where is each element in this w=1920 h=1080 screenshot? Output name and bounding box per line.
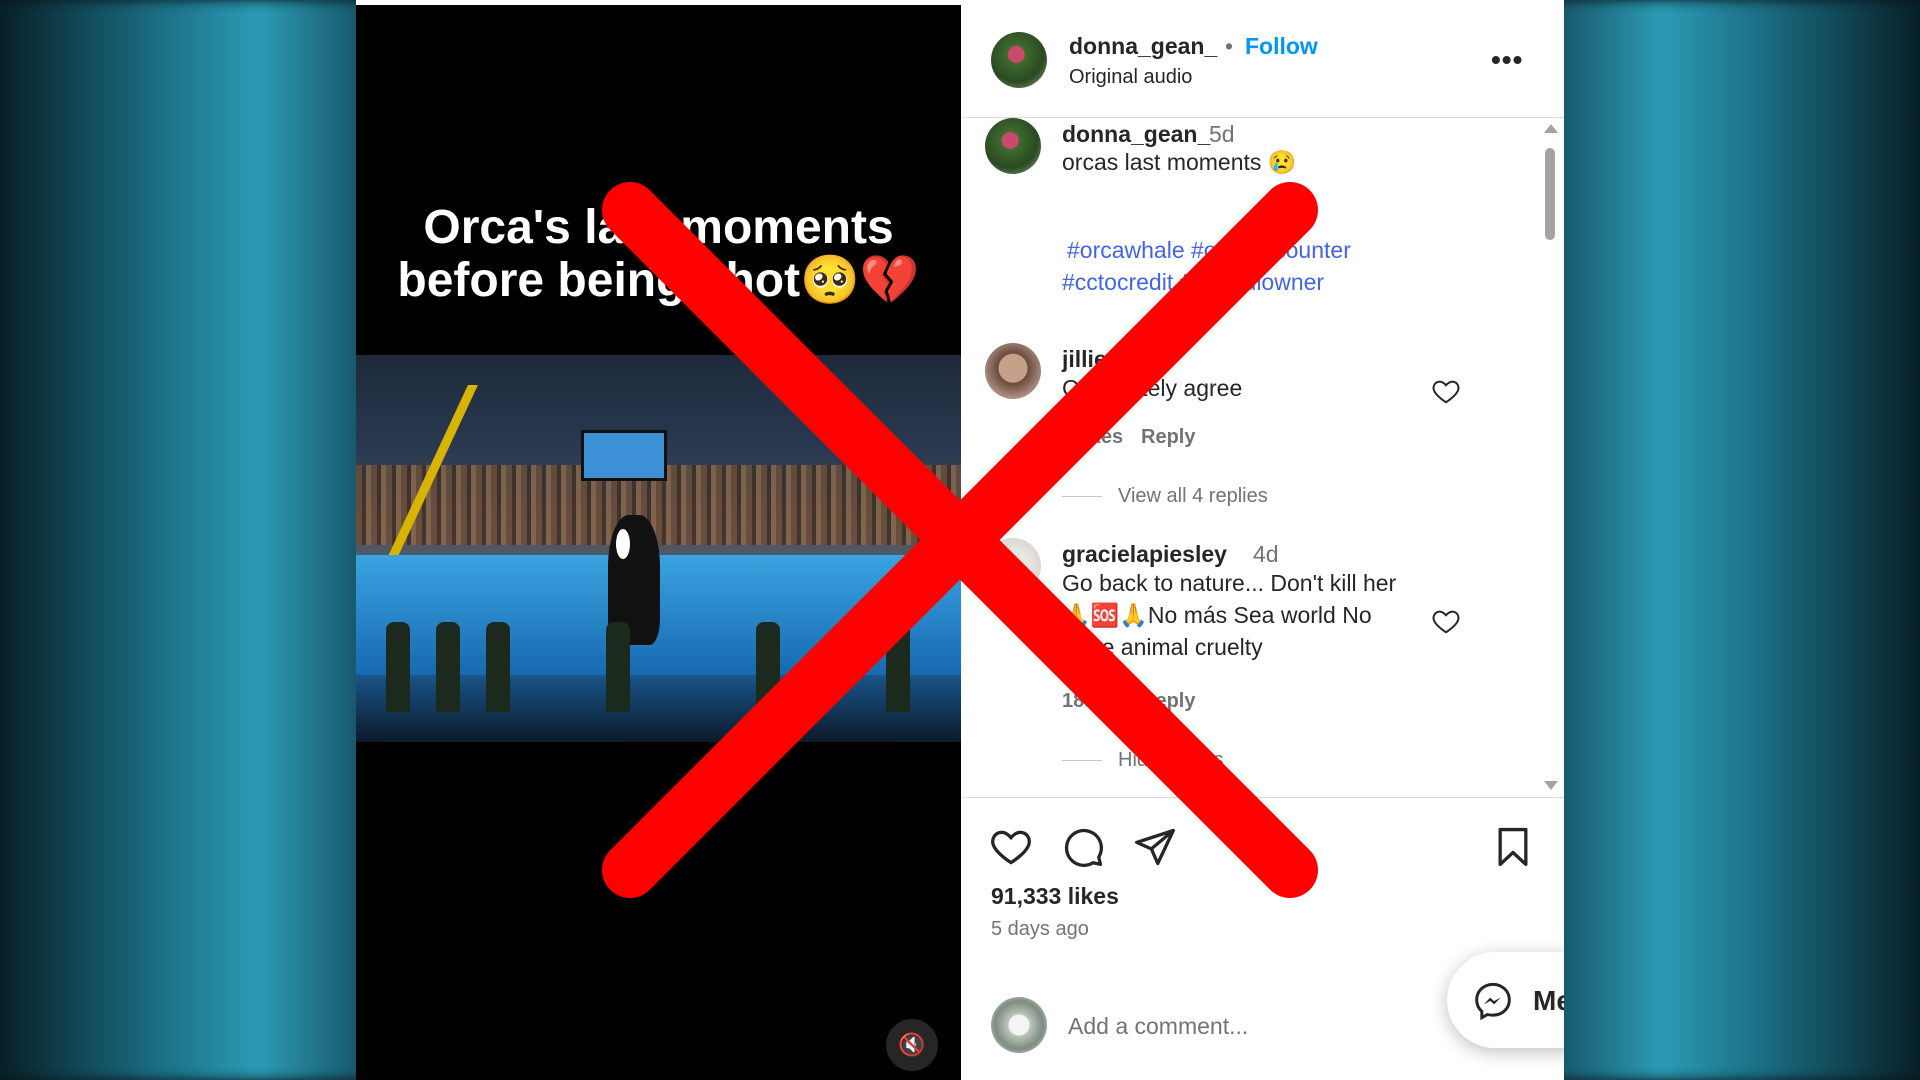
- background-blur-right: [1540, 0, 1920, 1080]
- video-caption-line1: Orca's last moments: [423, 201, 894, 254]
- comment-like-heart-icon[interactable]: [1431, 606, 1461, 636]
- scroll-thumb[interactable]: [1545, 148, 1555, 240]
- comment-time: 5d: [1133, 346, 1159, 372]
- comment-text-line3: more animal cruelty: [1062, 634, 1263, 660]
- comment-likes[interactable]: 18 likes: [1062, 690, 1134, 713]
- comment-likes[interactable]: 7 likes: [1062, 426, 1123, 449]
- messenger-icon: [1475, 982, 1511, 1021]
- caption-hashtags-line1[interactable]: #orcawhale #orcaencounter: [1067, 234, 1351, 266]
- comment-reply-button[interactable]: Reply: [1141, 690, 1195, 713]
- comments-list[interactable]: donna_gean_ 5d orcas last moments 😢 #orc…: [961, 118, 1564, 796]
- post-timestamp: 5 days ago: [991, 918, 1089, 940]
- comment-bubble-icon[interactable]: [1061, 825, 1105, 869]
- video-caption-line2: before being shot🥺💔: [397, 254, 920, 307]
- background-blur-left: [0, 0, 380, 1080]
- comments-scrollbar[interactable]: [1542, 118, 1558, 796]
- save-bookmark-icon[interactable]: [1491, 825, 1535, 869]
- author-avatar[interactable]: [991, 32, 1047, 88]
- comment-time: 4d: [1253, 541, 1279, 567]
- comment-text-line1: Go back to nature... Don't kill her: [1062, 570, 1397, 596]
- comment-avatar[interactable]: [985, 343, 1041, 399]
- add-comment-input[interactable]: [1066, 1005, 1400, 1047]
- comment-reply-button[interactable]: Reply: [1141, 426, 1195, 449]
- current-user-avatar: [991, 997, 1047, 1053]
- comment-username[interactable]: jillie: [1062, 346, 1107, 373]
- instagram-post-modal: Orca's last moments before being shot🥺💔 …: [356, 0, 1564, 1080]
- scroll-down-arrow-icon[interactable]: [1544, 781, 1558, 790]
- messages-label: Me: [1533, 985, 1564, 1016]
- replies-divider: [1062, 496, 1102, 497]
- video-caption: Orca's last moments before being shot🥺💔: [356, 201, 961, 307]
- more-options-icon[interactable]: •••: [1491, 44, 1523, 76]
- comment-text: Completely agree: [1062, 375, 1243, 401]
- view-replies-button[interactable]: View all 4 replies: [1118, 485, 1268, 508]
- likes-count[interactable]: 91,333 likes: [991, 883, 1119, 910]
- orca-stadium-photo: [356, 355, 961, 742]
- hide-replies-button[interactable]: Hide replies: [1118, 749, 1224, 772]
- comment-text-line2: 🙏🆘🙏No más Sea world No: [1062, 602, 1372, 628]
- share-paper-plane-icon[interactable]: [1133, 825, 1177, 869]
- replies-divider: [1062, 760, 1102, 761]
- like-heart-icon[interactable]: [989, 825, 1033, 869]
- comment-like-heart-icon[interactable]: [1431, 376, 1461, 406]
- scroll-up-arrow-icon[interactable]: [1544, 124, 1558, 133]
- post-header: donna_gean_ • Follow Original audio •••: [961, 0, 1564, 118]
- reel-video[interactable]: Orca's last moments before being shot🥺💔 …: [356, 5, 961, 1080]
- speaker-muted-icon: 🔇: [898, 1032, 926, 1057]
- mute-button[interactable]: 🔇: [886, 1019, 938, 1071]
- caption-text: orcas last moments 😢: [1062, 149, 1297, 175]
- caption-hashtags-line2[interactable]: #cctocredit #rightfulowner: [1062, 266, 1324, 298]
- caption-time: 5d: [1209, 121, 1235, 147]
- messages-button[interactable]: Me: [1447, 952, 1564, 1048]
- follow-button[interactable]: Follow: [1245, 33, 1318, 60]
- post-actions-bar: 91,333 likes 5 days ago: [961, 797, 1564, 940]
- author-username[interactable]: donna_gean_: [1069, 33, 1217, 60]
- comment-username[interactable]: gracielapiesley: [1062, 541, 1227, 568]
- audio-link[interactable]: Original audio: [1069, 66, 1192, 89]
- post-details-panel: donna_gean_ • Follow Original audio ••• …: [961, 0, 1564, 1080]
- separator-dot: •: [1225, 33, 1234, 59]
- caption-avatar[interactable]: [985, 118, 1041, 174]
- caption-username[interactable]: donna_gean_: [1062, 121, 1210, 148]
- comment-avatar[interactable]: [985, 538, 1041, 594]
